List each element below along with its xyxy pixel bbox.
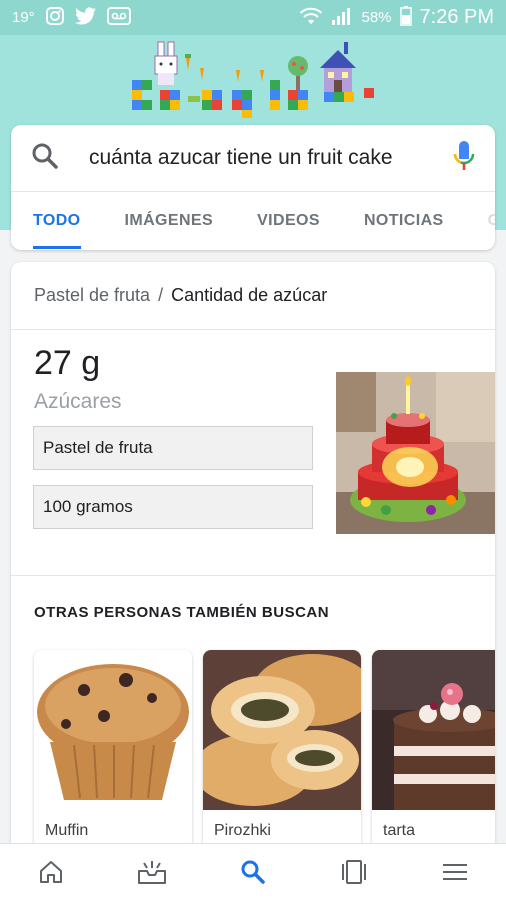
search-bar[interactable]: cuánta azucar tiene un fruit cake xyxy=(11,125,495,192)
tab-noticias[interactable]: NOTICIAS xyxy=(364,192,444,249)
instagram-icon xyxy=(45,6,65,30)
breadcrumb-separator: / xyxy=(158,285,164,305)
search-input[interactable]: cuánta azucar tiene un fruit cake xyxy=(89,146,399,170)
wifi-icon xyxy=(299,6,323,30)
battery-percent: 58% xyxy=(361,9,392,26)
muffin-image xyxy=(34,650,192,810)
battery-icon xyxy=(399,5,412,30)
related-card-muffin[interactable]: Muffin xyxy=(34,650,192,850)
pirozhki-image xyxy=(203,650,361,810)
google-doodle[interactable] xyxy=(128,40,378,120)
breadcrumb: Pastel de fruta / Cantidad de azúcar xyxy=(11,262,495,330)
tab-videos[interactable]: VIDEOS xyxy=(257,192,320,249)
related-card-label: Muffin xyxy=(45,822,89,839)
related-card-label: tarta xyxy=(383,822,416,839)
section-divider xyxy=(11,575,495,576)
tabs-icon[interactable] xyxy=(329,847,379,897)
fruit-cake-image[interactable] xyxy=(336,372,495,534)
nutrition-result-card: Pastel de fruta / Cantidad de azúcar 27 … xyxy=(11,262,495,900)
twitter-icon xyxy=(74,6,97,29)
status-bar: 19° 58% 7:26 PM xyxy=(0,0,506,35)
tarta-image xyxy=(372,650,495,810)
breadcrumb-parent[interactable]: Pastel de fruta xyxy=(34,285,150,306)
updates-icon[interactable] xyxy=(127,847,177,897)
search-nav-icon[interactable] xyxy=(228,847,278,897)
related-searches-title: OTRAS PERSONAS TAMBIÉN BUSCAN xyxy=(34,604,330,621)
related-card-label: Pirozhki xyxy=(214,822,271,839)
tab-more[interactable]: GO xyxy=(488,192,495,249)
voicemail-icon xyxy=(106,6,131,29)
bottom-navigation xyxy=(0,843,506,900)
tab-imagenes[interactable]: IMÁGENES xyxy=(125,192,214,249)
food-select[interactable]: Pastel de fruta xyxy=(33,426,313,470)
sugar-value: 27 g xyxy=(34,344,101,382)
signal-icon xyxy=(331,6,353,30)
home-icon[interactable] xyxy=(26,847,76,897)
search-card: cuánta azucar tiene un fruit cake TODO I… xyxy=(11,125,495,250)
temperature: 19° xyxy=(12,9,35,26)
tab-todo[interactable]: TODO xyxy=(33,192,81,249)
breadcrumb-current: Cantidad de azúcar xyxy=(171,285,328,305)
amount-select[interactable]: 100 gramos xyxy=(33,485,313,529)
sugar-label: Azúcares xyxy=(34,390,122,413)
search-icon[interactable] xyxy=(31,142,59,175)
related-card-tarta[interactable]: tarta xyxy=(372,650,495,850)
microphone-icon[interactable] xyxy=(453,140,475,177)
search-tabs: TODO IMÁGENES VIDEOS NOTICIAS GO xyxy=(11,192,495,249)
related-card-pirozhki[interactable]: Pirozhki xyxy=(203,650,361,850)
clock: 7:26 PM xyxy=(419,6,494,28)
menu-icon[interactable] xyxy=(430,847,480,897)
